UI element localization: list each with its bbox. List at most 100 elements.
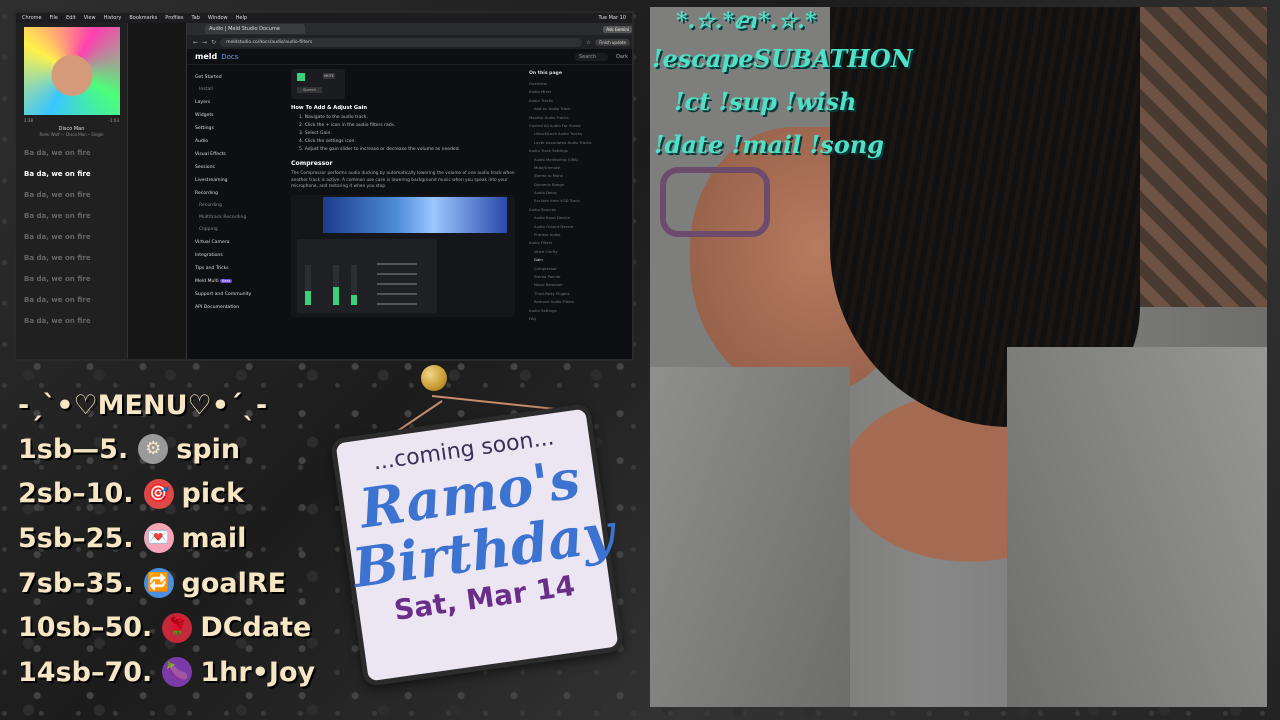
- reload-icon[interactable]: ↻: [211, 39, 216, 46]
- toc-item[interactable]: Audio Track Settings: [529, 147, 630, 155]
- toc-item[interactable]: Control All Audio For Scene: [529, 122, 630, 130]
- demo-video[interactable]: [323, 196, 507, 233]
- sidebar-item[interactable]: Visual Effects: [195, 148, 275, 161]
- sidebar-item[interactable]: Support and Community: [195, 288, 275, 301]
- toc-item[interactable]: Third-Party Plugins: [529, 290, 630, 298]
- star-icon[interactable]: ☆: [586, 39, 591, 46]
- toc-title: On this page: [529, 71, 562, 76]
- toc-item[interactable]: Process Audio: [529, 231, 630, 239]
- meld-logo[interactable]: meld: [195, 52, 217, 61]
- toc-item[interactable]: Audio Input Device: [529, 214, 630, 222]
- lyric-line[interactable]: Ba da, we on fire: [16, 206, 127, 227]
- menubar-item[interactable]: Window: [208, 15, 228, 21]
- sidebar-item[interactable]: Settings: [195, 122, 275, 135]
- command-line-1: !escapeSUBATHON: [652, 44, 913, 73]
- sidebar-item[interactable]: Install: [195, 84, 275, 96]
- toc-item[interactable]: Audio Settings: [529, 307, 630, 315]
- sidebar-item[interactable]: Audio: [195, 135, 275, 148]
- menubar-item[interactable]: Edit: [66, 15, 76, 21]
- track-time: 2:38 -1:03: [16, 115, 127, 123]
- menubar-item[interactable]: Tab: [191, 15, 199, 21]
- ask-gemini-button[interactable]: Ask Gemini: [603, 25, 632, 33]
- demo-slider: [377, 302, 417, 305]
- menubar-item[interactable]: Bookmarks: [129, 15, 157, 21]
- toc-item[interactable]: FAQ: [529, 315, 630, 323]
- sidebar-item[interactable]: Sessions: [195, 161, 275, 174]
- menubar-item[interactable]: View: [84, 15, 96, 21]
- sidebar-item-label: Meld Multi: [195, 279, 219, 284]
- menu-item: 7sb–35. 🔁 goalRE: [18, 561, 338, 606]
- toc-item[interactable]: Audio Delay: [529, 189, 630, 197]
- toc-item[interactable]: Audio Output Device: [529, 223, 630, 231]
- toc-item[interactable]: Audio Filters: [529, 239, 630, 247]
- menu-item-label: pick: [181, 478, 245, 510]
- toc-item[interactable]: Stereo Panner: [529, 273, 630, 281]
- lyric-line[interactable]: Ba da, we on fire: [16, 143, 127, 164]
- forward-icon[interactable]: →: [202, 39, 207, 46]
- rose-icon: 🌹: [162, 612, 193, 643]
- toc-item[interactable]: Compressor: [529, 265, 630, 273]
- sidebar-item-label: Livestreaming: [195, 178, 228, 183]
- lyric-line[interactable]: Ba da, we on fire: [16, 227, 127, 248]
- toc-item[interactable]: Dynamic Range: [529, 181, 630, 189]
- sidebar-item[interactable]: Tips and Tricks: [195, 262, 275, 275]
- sidebar-item-label: Virtual Camera: [195, 240, 230, 245]
- toc-item[interactable]: Audio Sources: [529, 206, 630, 214]
- address-input[interactable]: meldstudio.co/docs/audio/audio-filters: [220, 37, 582, 47]
- docs-search-input[interactable]: Search: [574, 52, 609, 61]
- commands-decoration: *.☆.*ⅇɿ*.☆.*: [676, 8, 817, 34]
- toc-item[interactable]: Gain: [529, 256, 630, 264]
- demo-mixer: [297, 238, 437, 313]
- sidebar-item[interactable]: Clipping: [195, 224, 275, 236]
- docs-body: Get Started Install Layers Widgets Settings A…: [187, 65, 632, 359]
- finish-update-button[interactable]: Finish update: [595, 38, 630, 46]
- toc-item[interactable]: Voice Clarity: [529, 248, 630, 256]
- toc-item[interactable]: Unlock/Lock Audio Tracks: [529, 130, 630, 138]
- sidebar-item-label: Visual Effects: [195, 152, 226, 157]
- lyric-line[interactable]: Ba da, we on fire: [16, 311, 127, 332]
- back-icon[interactable]: ←: [193, 39, 198, 46]
- toc-item[interactable]: Audio Monitoring (OBS): [529, 156, 630, 164]
- lyric-line[interactable]: Ba da, we on fire: [16, 248, 127, 269]
- menu-item-label: mail: [181, 522, 247, 554]
- toc-item[interactable]: Add an Audio Track: [529, 105, 630, 113]
- lyric-line[interactable]: Ba da, we on fire: [16, 164, 127, 185]
- sidebar-item-label: Recording: [199, 203, 222, 208]
- toc-item[interactable]: Noise Remover: [529, 281, 630, 289]
- sidebar-item[interactable]: API Documentation: [195, 301, 275, 314]
- gear-icon: ⚙: [138, 434, 169, 465]
- menubar-item[interactable]: Help: [236, 15, 247, 21]
- lyric-line[interactable]: Ba da, we on fire: [16, 269, 127, 290]
- lyric-line[interactable]: Ba da, we on fire: [16, 185, 127, 206]
- love-letter-icon: 💌: [143, 523, 174, 554]
- sidebar-item[interactable]: Meld Multi Beta: [195, 275, 275, 288]
- sidebar-item[interactable]: Widgets: [195, 109, 275, 122]
- toc-item[interactable]: Audio Mixer: [529, 88, 630, 96]
- theme-toggle[interactable]: Dark: [616, 54, 628, 60]
- toc-item[interactable]: Overview: [529, 80, 630, 88]
- sidebar-item[interactable]: Integrations: [195, 249, 275, 262]
- toc-item[interactable]: Monitor Audio Tracks: [529, 114, 630, 122]
- sidebar-item[interactable]: Virtual Camera: [195, 236, 275, 249]
- toc-item[interactable]: Layer Associated Audio Tracks: [529, 139, 630, 147]
- sidebar-item[interactable]: Multitrack Recording: [195, 212, 275, 224]
- menubar-item[interactable]: History: [104, 15, 122, 21]
- menubar-item[interactable]: File: [50, 15, 58, 21]
- gain-step: 3. Select Gain.: [299, 131, 332, 136]
- browser-tab[interactable]: Audio | Meld Studio Docume: [205, 24, 305, 34]
- toc-item[interactable]: Audio Tracks: [529, 97, 630, 105]
- docs-sidebar: Get Started Install Layers Widgets Settings A…: [187, 65, 283, 359]
- toc-item[interactable]: Exclude from VOD Track: [529, 197, 630, 205]
- toc-item[interactable]: Stereo to Mono: [529, 172, 630, 180]
- sidebar-item[interactable]: Get Started: [195, 71, 275, 84]
- toc-item[interactable]: Mute/Unmute: [529, 164, 630, 172]
- toc-item[interactable]: Remove Audio Filters: [529, 298, 630, 306]
- sidebar-item[interactable]: Layers: [195, 96, 275, 109]
- time-remaining: -1:03: [108, 118, 119, 123]
- sidebar-item[interactable]: Livestreaming: [195, 174, 275, 187]
- sidebar-item[interactable]: Recording: [195, 187, 275, 200]
- lyric-line[interactable]: Ba da, we on fire: [16, 290, 127, 311]
- sidebar-item[interactable]: Recording: [195, 200, 275, 212]
- menubar-item[interactable]: Chrome: [22, 15, 42, 21]
- menubar-item[interactable]: Profiles: [165, 15, 183, 21]
